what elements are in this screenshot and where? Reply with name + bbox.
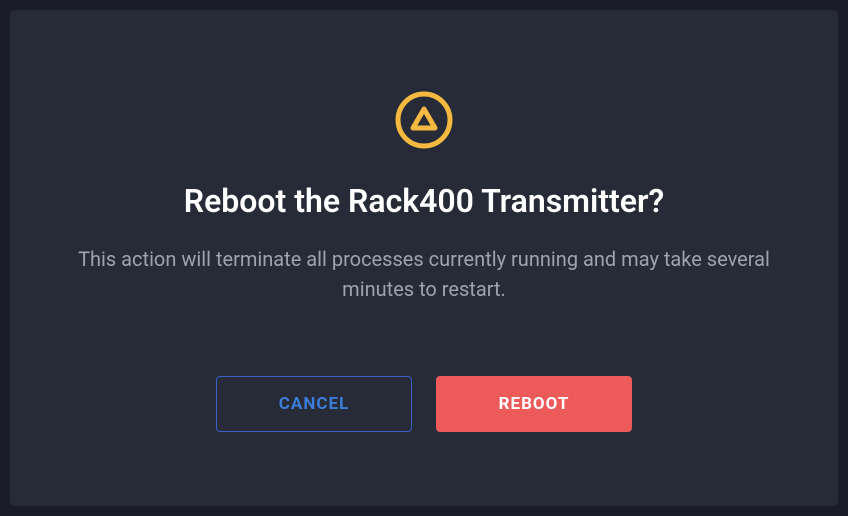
reboot-dialog: Reboot the Rack400 Transmitter? This act… [10, 10, 838, 506]
warning-icon [394, 90, 454, 154]
reboot-button[interactable]: REBOOT [436, 376, 632, 432]
cancel-button[interactable]: CANCEL [216, 376, 412, 432]
dialog-body: This action will terminate all processes… [64, 244, 784, 304]
button-row: CANCEL REBOOT [216, 376, 632, 432]
dialog-title: Reboot the Rack400 Transmitter? [184, 182, 665, 220]
